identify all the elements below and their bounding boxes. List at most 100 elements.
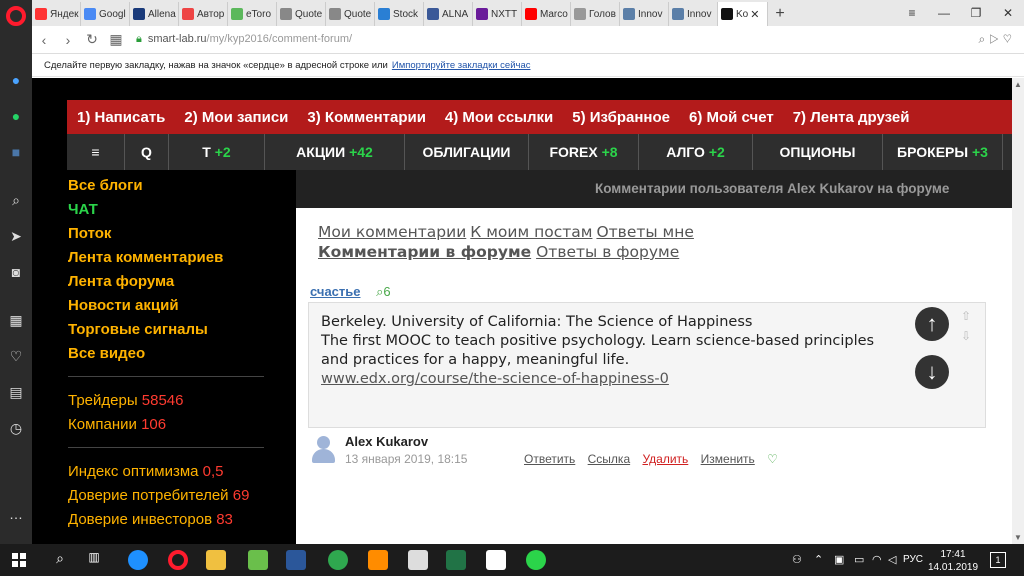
maximize-icon[interactable]: ❐ xyxy=(960,0,992,26)
tray-apps-icon[interactable]: ▣ xyxy=(834,553,844,566)
reply-link[interactable]: Ответить xyxy=(524,452,575,466)
user-menu-item[interactable]: 4) Мои ссылки xyxy=(445,109,553,126)
app-icon-orange[interactable] xyxy=(368,550,388,570)
main-menu-item[interactable]: БРОКЕРЫ +3 xyxy=(883,134,1003,170)
stat-row[interactable]: Компании 106 xyxy=(68,413,298,437)
send-icon[interactable]: ➤ xyxy=(6,226,26,246)
browser-tab[interactable]: NXTT xyxy=(473,2,522,26)
browser-tab[interactable]: Яндек xyxy=(32,2,81,26)
app-icon-green[interactable] xyxy=(248,550,268,570)
user-menu-item[interactable]: 2) Мои записи xyxy=(184,109,288,126)
messenger-icon[interactable]: ● xyxy=(6,70,26,90)
photos-icon[interactable] xyxy=(408,550,428,570)
main-menu-item[interactable]: Q xyxy=(125,134,169,170)
minimize-icon[interactable]: — xyxy=(928,0,960,26)
main-menu-item[interactable]: АЛГО +2 xyxy=(639,134,753,170)
back-icon[interactable]: ‹ xyxy=(32,32,56,48)
edge-icon[interactable] xyxy=(128,550,148,570)
excel-icon[interactable] xyxy=(446,550,466,570)
to-my-posts-link[interactable]: К моим постам xyxy=(470,223,592,241)
browser-tab[interactable]: Quote xyxy=(326,2,375,26)
browser-tab[interactable]: ALNA xyxy=(424,2,473,26)
close-window-icon[interactable]: ✕ xyxy=(992,0,1024,26)
tray-up-icon[interactable]: ⌃ xyxy=(814,553,823,566)
network-icon[interactable]: ◠ xyxy=(872,553,882,566)
forum-comments-tab[interactable]: Комментарии в форуме xyxy=(318,243,531,261)
windows-start-icon[interactable] xyxy=(12,553,26,567)
menu-hamburger-icon[interactable]: ≡ xyxy=(67,134,125,170)
scroll-down-icon[interactable]: ▼ xyxy=(1014,533,1022,542)
heart-icon[interactable]: ♡ xyxy=(6,346,26,366)
word-icon[interactable] xyxy=(286,550,306,570)
import-bookmarks-link[interactable]: Импортируйте закладки сейчас xyxy=(392,60,531,71)
tab-menu-icon[interactable]: ≡ xyxy=(896,0,928,26)
main-menu-item[interactable]: ОПЦИОНЫ xyxy=(753,134,883,170)
comment-link[interactable]: www.edx.org/course/the-science-of-happin… xyxy=(321,371,669,387)
left-nav-link[interactable]: Новости акций xyxy=(68,294,298,318)
speed-dial-button-icon[interactable]: ▦ xyxy=(104,31,128,48)
left-nav-link[interactable]: Поток xyxy=(68,222,298,246)
my-comments-link[interactable]: Мои комментарии xyxy=(318,223,466,241)
topic-link[interactable]: счастье xyxy=(310,284,361,299)
browser-tab[interactable]: Innov xyxy=(620,2,669,26)
permalink-link[interactable]: Ссылка xyxy=(588,452,630,466)
left-nav-link[interactable]: Все видео xyxy=(68,342,298,366)
stat-row[interactable]: Трейдеры 58546 xyxy=(68,389,298,413)
forum-replies-link[interactable]: Ответы в форуме xyxy=(536,243,679,261)
reload-icon[interactable]: ↻ xyxy=(80,31,104,48)
browser-tab[interactable]: Ko ✕ xyxy=(718,2,768,26)
avatar[interactable] xyxy=(310,436,336,464)
browser-tab[interactable]: Allena xyxy=(130,2,179,26)
edit-link[interactable]: Изменить xyxy=(701,452,755,466)
page-scrollbar[interactable]: ▲ ▼ xyxy=(1012,78,1024,544)
news-icon[interactable]: ▤ xyxy=(6,382,26,402)
user-menu-item[interactable]: 7) Лента друзей xyxy=(793,109,910,126)
browser-tab[interactable]: Quote xyxy=(277,2,326,26)
user-menu-item[interactable]: 6) Мой счет xyxy=(689,109,774,126)
browser-tab[interactable]: Голов xyxy=(571,2,620,26)
stat-row[interactable]: Доверие потребителей 69 xyxy=(68,484,298,508)
task-view-icon[interactable]: ▥ xyxy=(84,550,104,570)
notification-center-icon[interactable]: 1 xyxy=(990,552,1006,568)
opera-logo-icon[interactable] xyxy=(6,6,26,26)
scroll-up-icon[interactable]: ▲ xyxy=(1014,80,1022,89)
app-icon-round[interactable] xyxy=(328,550,348,570)
user-menu-item[interactable]: 5) Избранное xyxy=(572,109,670,126)
explorer-icon[interactable] xyxy=(206,550,226,570)
browser-tab[interactable]: Автор xyxy=(179,2,228,26)
tab-close-icon[interactable]: ✕ xyxy=(750,8,759,21)
replies-to-me-link[interactable]: Ответы мне xyxy=(596,223,693,241)
scroll-down-arrow-icon[interactable]: ↓ xyxy=(915,355,949,389)
favorite-heart-icon[interactable]: ♡ xyxy=(767,452,778,466)
more-icon[interactable]: … xyxy=(6,504,26,524)
clock[interactable]: 17:41 14.01.2019 xyxy=(928,548,978,574)
forward-icon[interactable]: › xyxy=(56,32,80,48)
url-field[interactable]: 🔒︎ smart-lab.ru/my/kyp2016/comment-forum/ xyxy=(136,33,352,46)
browser-tab[interactable]: eToro xyxy=(228,2,277,26)
new-tab-button[interactable]: + xyxy=(768,2,792,26)
speed-dial-icon[interactable]: ▦ xyxy=(6,310,26,330)
browser-tab[interactable]: Googl xyxy=(81,2,130,26)
author-name[interactable]: Alex Kukarov xyxy=(345,434,428,449)
stat-row[interactable]: Индекс оптимизма 0,5 xyxy=(68,460,298,484)
delete-link[interactable]: Удалить xyxy=(642,452,688,466)
history-icon[interactable]: ◷ xyxy=(6,418,26,438)
search-icon[interactable]: ⌕ xyxy=(6,190,26,210)
address-actions[interactable]: ⌕▷♡ xyxy=(978,32,1016,47)
vk-icon[interactable]: ■ xyxy=(6,142,26,162)
taskbar-search-icon[interactable]: ⌕ xyxy=(50,550,70,570)
browser-tab[interactable]: Stock xyxy=(375,2,424,26)
language-indicator[interactable]: РУС xyxy=(903,554,923,565)
main-menu-item[interactable]: FOREX +8 xyxy=(529,134,639,170)
left-nav-link[interactable]: ЧАТ xyxy=(68,198,298,222)
main-menu-item[interactable]: АКЦИИ +42 xyxy=(265,134,405,170)
camera-icon[interactable]: ◙ xyxy=(6,262,26,282)
main-menu-item[interactable]: Т +2 xyxy=(169,134,265,170)
whatsapp-icon[interactable]: ● xyxy=(6,106,26,126)
vote-down-icon[interactable]: ⇩ xyxy=(961,329,971,343)
left-nav-link[interactable]: Торговые сигналы xyxy=(68,318,298,342)
user-menu-item[interactable]: 3) Комментарии xyxy=(307,109,426,126)
main-menu-item[interactable]: ОБЛИГАЦИИ xyxy=(405,134,529,170)
browser-tab[interactable]: Innov xyxy=(669,2,718,26)
vote-up-icon[interactable]: ⇧ xyxy=(961,309,971,323)
